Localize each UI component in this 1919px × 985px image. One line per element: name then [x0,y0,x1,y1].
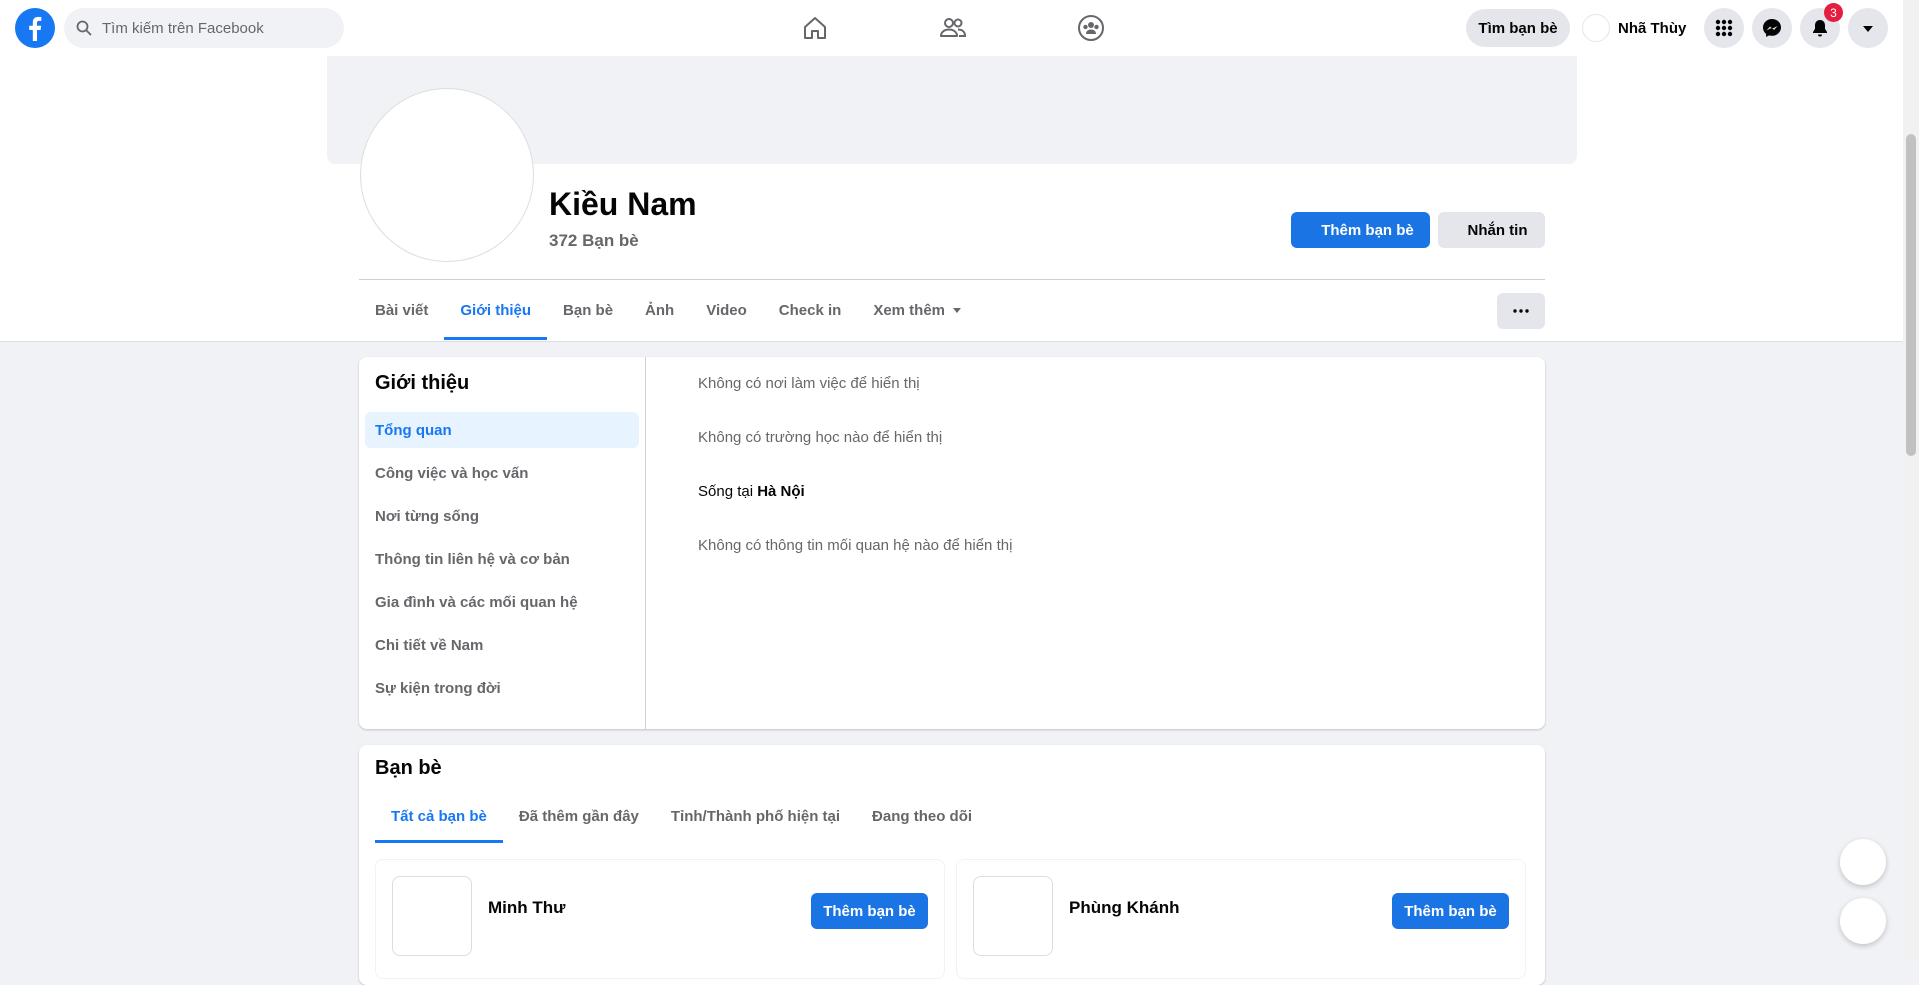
tab-recently-added[interactable]: Đã thêm gần đây [503,789,655,843]
about-nav-places-lived[interactable]: Nơi từng sống [365,498,639,534]
user-name: Nhã Thùy [1618,19,1687,37]
friends-tabs: Tất cả bạn bè Đã thêm gần đây Tỉnh/Thành… [375,789,988,843]
tab-current-city[interactable]: Tỉnh/Thành phố hiện tại [655,789,856,843]
ellipsis-icon [1513,309,1529,313]
chat-head-button[interactable] [1840,839,1886,885]
list-item: Minh Thư Thêm bạn bè [375,859,945,979]
friend-name[interactable]: Minh Thư [488,898,565,918]
notification-badge: 3 [1824,3,1843,22]
about-nav: Tổng quan Công việc và học vấn Nơi từng … [365,412,639,713]
tab-all-friends[interactable]: Tất cả bạn bè [375,789,503,843]
lives-city-link[interactable]: Hà Nội [757,483,805,500]
facebook-logo-icon[interactable] [15,8,55,48]
about-nav-family-relationships[interactable]: Gia đình và các mối quan hệ [365,584,639,620]
lives-prefix: Sống tại [698,483,758,500]
tab-friends[interactable]: Bạn bè [547,280,629,340]
about-nav-contact-info[interactable]: Thông tin liên hệ và cơ bản [365,541,639,577]
top-navigation-bar: Tìm bạn bè Nhã Thùy 3 [0,0,1903,56]
about-sidebar: Giới thiệu Tổng quan Công việc và học vấ… [359,357,646,729]
scrollbar-thumb[interactable] [1906,134,1916,456]
account-caret-icon[interactable] [1848,8,1888,48]
about-nav-work-education[interactable]: Công việc và học vấn [365,455,639,491]
school-info: Không có trường học nào để hiển thị [698,429,943,446]
friends-card: Bạn bè Tất cả bạn bè Đã thêm gần đây Tỉn… [359,745,1545,985]
relationship-info: Không có thông tin mối quan hệ nào để hi… [698,537,1013,554]
about-title: Giới thiệu [375,372,470,394]
about-nav-life-events[interactable]: Sự kiện trong đời [365,670,639,706]
profile-header: Kiều Nam 372 Bạn bè Thêm bạn bè Nhắn tin… [0,56,1903,342]
friend-avatar[interactable] [973,876,1053,956]
tab-more-label: Xem thêm [873,301,946,319]
profile-shortcut[interactable]: Nhã Thùy [1582,9,1686,47]
apps-grid-icon[interactable] [1704,8,1744,48]
avatar [1582,14,1610,42]
tab-check-ins[interactable]: Check in [763,280,858,340]
tab-about[interactable]: Giới thiệu [444,280,547,340]
friends-icon[interactable] [935,10,971,46]
current-city-info: Sống tại Hà Nội [698,483,805,500]
list-item: Phùng Khánh Thêm bạn bè [956,859,1526,979]
tab-photos[interactable]: Ảnh [629,280,690,340]
messenger-icon[interactable] [1752,8,1792,48]
message-button[interactable]: Nhắn tin [1438,212,1545,248]
tab-following[interactable]: Đang theo dõi [856,789,988,843]
search-input[interactable] [100,18,334,38]
tab-videos[interactable]: Video [690,280,763,340]
friend-name[interactable]: Phùng Khánh [1069,898,1179,918]
add-friend-button[interactable]: Thêm bạn bè [1291,212,1430,248]
tab-more[interactable]: Xem thêm [857,280,977,340]
work-info: Không có nơi làm việc để hiển thị [698,375,920,392]
profile-tabs: Bài viết Giới thiệu Bạn bè Ảnh Video Che… [359,280,977,340]
groups-icon[interactable] [1073,10,1109,46]
notifications-icon[interactable]: 3 [1800,3,1843,48]
add-friend-button[interactable]: Thêm bạn bè [1392,893,1509,929]
about-nav-overview[interactable]: Tổng quan [365,412,639,448]
profile-avatar[interactable] [361,89,533,261]
search-icon [76,20,92,36]
profile-name: Kiều Nam [549,186,697,222]
more-options-button[interactable] [1497,293,1545,329]
scrollbar[interactable] [1903,0,1919,961]
find-friends-button[interactable]: Tìm bạn bè [1466,9,1570,47]
new-message-button[interactable] [1840,898,1886,944]
tab-posts[interactable]: Bài viết [359,280,444,340]
friends-count[interactable]: 372 Bạn bè [549,231,639,251]
add-friend-button[interactable]: Thêm bạn bè [811,893,928,929]
about-card: Giới thiệu Tổng quan Công việc và học vấ… [359,357,1545,729]
friend-avatar[interactable] [392,876,472,956]
chevron-down-icon [953,307,962,313]
home-icon[interactable] [797,10,833,46]
about-nav-details[interactable]: Chi tiết về Nam [365,627,639,663]
search-box[interactable] [64,8,344,48]
friends-title: Bạn bè [375,757,442,779]
